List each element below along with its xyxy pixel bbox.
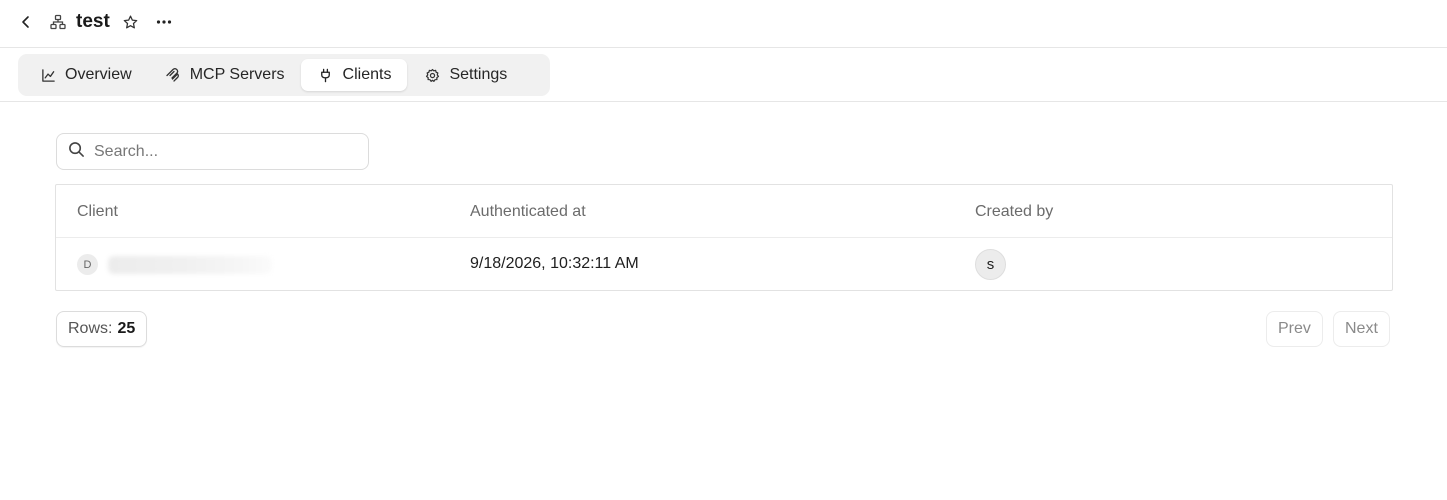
tab-list: Overview MCP Servers Clients Settings bbox=[18, 54, 550, 96]
mcp-icon bbox=[165, 67, 181, 83]
tab-settings[interactable]: Settings bbox=[407, 59, 523, 91]
table-header: Client Authenticated at Created by bbox=[56, 185, 1392, 238]
top-bar: test bbox=[0, 0, 1447, 48]
creator-avatar[interactable]: s bbox=[975, 249, 1006, 280]
search-field[interactable] bbox=[56, 133, 369, 170]
clients-table: Client Authenticated at Created by D 9/1… bbox=[55, 184, 1393, 291]
star-icon[interactable] bbox=[120, 12, 140, 32]
tab-mcp-servers[interactable]: MCP Servers bbox=[148, 59, 301, 91]
tab-clients[interactable]: Clients bbox=[300, 59, 408, 91]
next-button[interactable]: Next bbox=[1333, 311, 1390, 347]
authenticated-at-cell: 9/18/2026, 10:32:11 AM bbox=[470, 255, 639, 272]
chevron-left-icon[interactable] bbox=[16, 12, 36, 32]
prev-button[interactable]: Prev bbox=[1266, 311, 1323, 347]
plug-icon bbox=[318, 67, 334, 83]
network-icon bbox=[48, 12, 68, 32]
tab-label: Overview bbox=[65, 66, 132, 83]
tab-overview[interactable]: Overview bbox=[23, 59, 148, 91]
table-row[interactable]: D 9/18/2026, 10:32:11 AM s bbox=[56, 238, 1392, 290]
rows-value: 25 bbox=[117, 320, 136, 337]
client-name-redacted bbox=[108, 256, 272, 274]
tab-label: Clients bbox=[342, 66, 392, 83]
tab-label: MCP Servers bbox=[189, 66, 285, 83]
rows-per-page-button[interactable]: Rows: 25 bbox=[56, 311, 148, 347]
column-header-created-by[interactable]: Created by bbox=[975, 203, 1053, 221]
tab-bar: Overview MCP Servers Clients Settings bbox=[0, 48, 1447, 102]
more-horizontal-icon[interactable] bbox=[154, 12, 174, 32]
tab-label: Settings bbox=[449, 66, 508, 83]
chart-line-icon bbox=[40, 67, 56, 83]
column-header-client[interactable]: Client bbox=[77, 203, 118, 221]
search-input[interactable] bbox=[94, 142, 344, 161]
client-avatar: D bbox=[77, 254, 98, 275]
rows-label: Rows: bbox=[68, 320, 113, 337]
page-title: test bbox=[76, 11, 110, 32]
column-header-authenticated-at[interactable]: Authenticated at bbox=[470, 203, 586, 221]
gear-icon bbox=[424, 67, 440, 83]
search-icon bbox=[68, 141, 85, 163]
